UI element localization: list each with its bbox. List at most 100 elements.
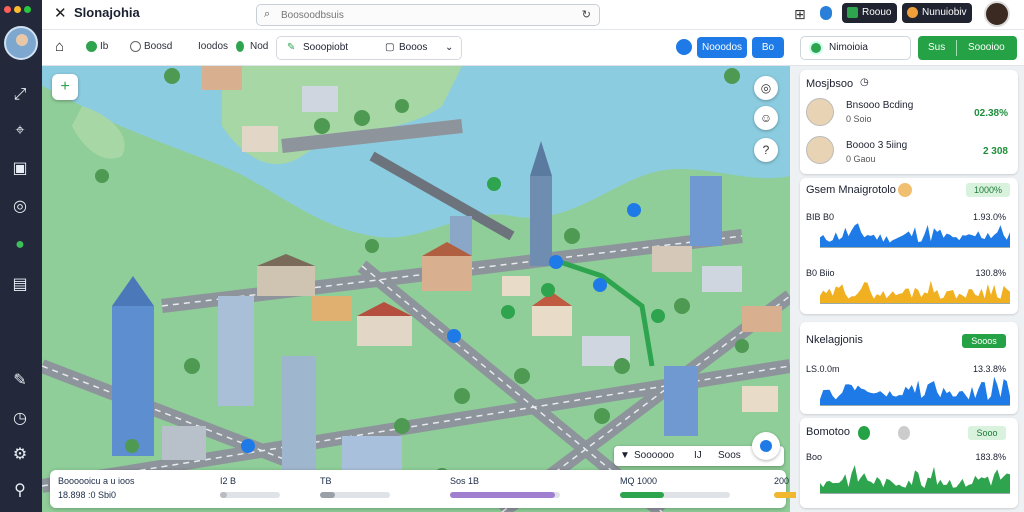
close-window-dot[interactable] — [4, 6, 11, 13]
green-action-button[interactable]: Sus Soooioo — [918, 36, 1017, 60]
right-panel: Mosjbsoo ◷ Bnsooo Bcding 0 Soio 02.38% B… — [796, 66, 1024, 512]
bar-label: TB — [320, 476, 332, 486]
map-view-icon[interactable]: ▤ — [9, 274, 31, 296]
last-card-title: Bomotoo — [806, 426, 851, 438]
navigation-button[interactable]: Nimoioia — [800, 36, 911, 60]
metrics-card: Gsem Mnaigrotolo 1000% BIB B0 1.93.0% B0… — [800, 178, 1018, 314]
sparkline-yellow — [820, 280, 1010, 304]
maximize-window-dot[interactable] — [24, 6, 31, 13]
last-card: Bomotoo Sooo Boo 183.8% — [800, 418, 1018, 508]
navigation-icon — [809, 41, 823, 55]
progress-fill — [620, 492, 664, 498]
team-card: Mosjbsoo ◷ Bnsooo Bcding 0 Soio 02.38% B… — [800, 70, 1018, 174]
pencil-icon: ✎ — [287, 42, 296, 53]
toolbar: ⌂ Ib Boosd Ioodos Nod ✎ Sooopiobt ▢ Booo… — [42, 30, 1024, 66]
settings-icon[interactable]: ⚙ — [9, 444, 31, 466]
sparkline-area — [820, 280, 1010, 304]
refresh-icon[interactable]: ↻ — [582, 8, 591, 21]
sparkline-area — [820, 223, 1010, 248]
sparkline-blue-2 — [820, 376, 1010, 406]
progress-fill — [450, 492, 555, 498]
progress-fill — [320, 492, 336, 498]
left-sidebar: ⤢ ⌖ ▣ ◎ ● ▤ ✎ ◷ ⚙ ⚲ — [0, 0, 42, 512]
route-tool-icon[interactable]: ⤢ — [9, 84, 31, 106]
blue-button-1[interactable]: Nooodos — [697, 37, 747, 58]
stats-card-title: Nkelagjonis — [806, 334, 863, 346]
top-button-2[interactable]: Nunuiobiv — [902, 3, 973, 23]
sparkline-area — [820, 465, 1010, 494]
green-pin-icon — [236, 41, 244, 52]
window-controls — [4, 6, 31, 13]
top-button-1[interactable]: Roouo — [842, 3, 898, 23]
status-dot-icon — [858, 426, 870, 440]
toolbar-item-2[interactable]: Boosd — [130, 41, 172, 52]
coin-icon — [898, 183, 912, 197]
stats-card: Nkelagjonis Sooos LS.0.0m 13.3.8% — [800, 322, 1018, 414]
avatar[interactable] — [806, 98, 834, 126]
metrics-card-title: Gsem Mnaigrotolo — [806, 184, 896, 196]
progress-bar — [620, 492, 730, 498]
metrics-badge: 1000% — [966, 183, 1010, 197]
bar-label: MQ 1000 — [620, 476, 658, 486]
sparkline-blue — [820, 223, 1010, 248]
sparkline-green — [820, 465, 1010, 494]
compass-icon[interactable]: ⌖ — [9, 120, 31, 142]
bar-label: 200 — [774, 476, 790, 486]
search-bar[interactable]: ⌕ ↻ — [256, 4, 600, 26]
user-avatar[interactable] — [984, 1, 1010, 27]
map-user-button[interactable]: ☺ — [754, 106, 778, 130]
location-icon[interactable]: ◎ — [9, 196, 31, 218]
sparkline-area — [820, 376, 1010, 406]
bottom-panel-title: Boooooicu a u ioos — [58, 476, 135, 486]
clock-icon: ◷ — [860, 77, 869, 88]
toggle-icon[interactable] — [898, 426, 910, 440]
chat-fab-button[interactable] — [752, 432, 780, 460]
app-title: Slonajohia — [74, 5, 140, 20]
map-recenter-button[interactable]: ◎ — [754, 76, 778, 100]
history-icon[interactable]: ◷ — [9, 408, 31, 430]
chat-icon[interactable]: ● — [9, 234, 31, 256]
title-bar: ✕ Slonajohia ⌕ ↻ ⊞ Roouo Nunuiobiv — [42, 0, 1024, 30]
bar-label: I2 B — [220, 476, 237, 486]
check-icon — [86, 41, 97, 52]
avatar[interactable] — [806, 136, 834, 164]
layers-icon[interactable]: ▣ — [9, 158, 31, 180]
circle-icon — [130, 41, 141, 52]
pen-icon[interactable]: ✎ — [9, 370, 31, 392]
segment-two[interactable]: Booos — [399, 42, 427, 53]
search-input[interactable] — [281, 8, 561, 23]
toolbar-segmented-group: ✎ Sooopiobt ▢ Booos ⌄ — [276, 36, 462, 60]
home-icon[interactable]: ⌂ — [55, 38, 64, 55]
record-button[interactable] — [676, 39, 692, 55]
tag-icon — [184, 41, 195, 52]
pin-icon[interactable]: ⚲ — [9, 480, 31, 502]
add-waypoint-button[interactable]: + — [52, 74, 78, 100]
search-icon: ⌕ — [264, 8, 271, 20]
bottom-stats-panel: Boooooicu a u ioos 18.898 :0 Sbi0 I2 B TB… — [50, 470, 844, 508]
segment-one[interactable]: Sooopiobt — [303, 42, 348, 53]
bottom-panel-stat: 18.898 :0 Sbi0 — [58, 490, 117, 500]
last-card-badge: Sooo — [968, 426, 1006, 440]
toolbar-item-4[interactable]: Nod — [236, 41, 268, 52]
grid-icon[interactable]: ⊞ — [794, 6, 806, 23]
toolbar-item-3[interactable]: Ioodos — [184, 41, 228, 52]
user-badge-icon — [907, 7, 918, 18]
progress-bar — [320, 492, 390, 498]
toolbar-item-1[interactable]: Ib — [86, 41, 108, 52]
progress-fill — [220, 492, 228, 498]
team-card-title: Mosjbsoo — [806, 78, 854, 90]
notification-icon[interactable] — [820, 6, 832, 20]
stats-card-button[interactable]: Sooos — [962, 334, 1006, 348]
bar-label: Sos 1B — [450, 476, 480, 486]
shield-icon: ▢ — [385, 42, 395, 53]
blue-button-2[interactable]: Bo — [752, 37, 784, 58]
minimize-window-dot[interactable] — [14, 6, 21, 13]
green-square-icon — [847, 7, 858, 18]
close-icon[interactable]: ✕ — [54, 4, 67, 22]
profile-avatar[interactable] — [4, 26, 38, 60]
chevron-down-icon[interactable]: ⌄ — [445, 42, 453, 53]
progress-bar — [450, 492, 560, 498]
map-info-button[interactable]: ? — [754, 138, 778, 162]
progress-bar — [220, 492, 280, 498]
route-icon: ▼ — [620, 450, 630, 461]
